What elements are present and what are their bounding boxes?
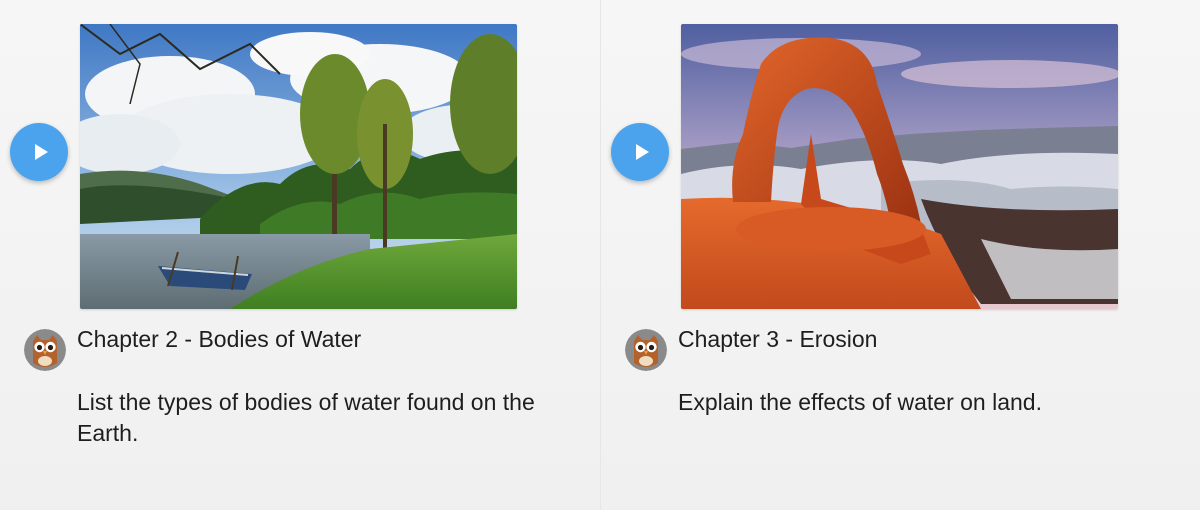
- chapter-description: List the types of bodies of water found …: [77, 389, 535, 446]
- chapter-title[interactable]: Chapter 3 - Erosion: [678, 325, 877, 353]
- play-button[interactable]: [611, 123, 669, 181]
- chapter-thumbnail-bodies-of-water[interactable]: [80, 24, 517, 309]
- chapter-card[interactable]: Chapter 2 - Bodies of Water List the typ…: [0, 0, 600, 510]
- play-icon: [635, 144, 649, 160]
- chapter-grid: Chapter 2 - Bodies of Water List the typ…: [0, 0, 1200, 510]
- chapter-card[interactable]: Chapter 3 - Erosion Explain the effects …: [600, 0, 1200, 510]
- chapter-thumbnail-erosion[interactable]: [681, 24, 1118, 309]
- owl-avatar: [24, 329, 66, 371]
- lake-landscape-image: [80, 24, 517, 309]
- owl-avatar: [625, 329, 667, 371]
- rock-arch-landscape-image: [681, 24, 1118, 309]
- chapter-description: Explain the effects of water on land.: [678, 389, 1042, 415]
- play-icon: [34, 144, 48, 160]
- owl-icon: [625, 329, 667, 371]
- play-button[interactable]: [10, 123, 68, 181]
- chapter-title[interactable]: Chapter 2 - Bodies of Water: [77, 325, 361, 353]
- owl-icon: [24, 329, 66, 371]
